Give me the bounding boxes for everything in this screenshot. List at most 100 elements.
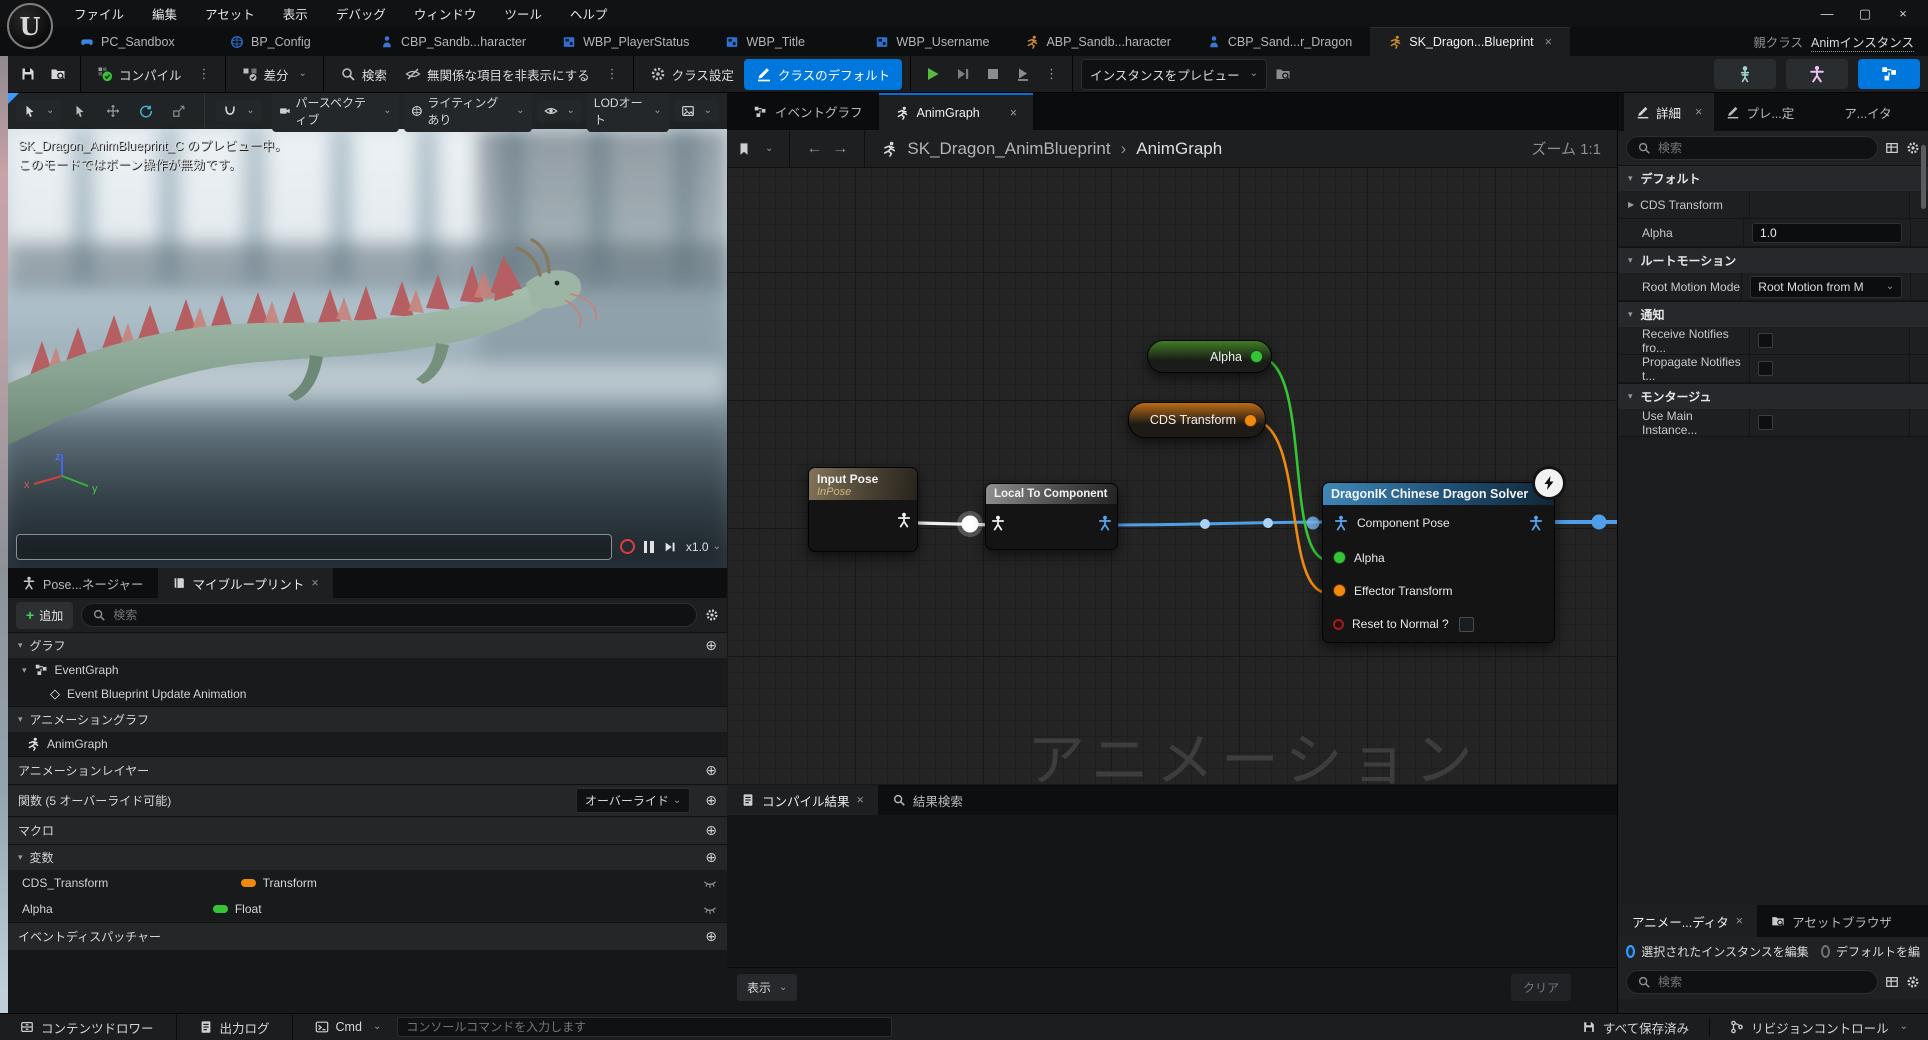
add-dispatcher-icon[interactable]: ⊕	[705, 928, 717, 945]
float-output-pin[interactable]	[1250, 350, 1263, 363]
breadcrumb-root[interactable]: SK_Dragon_AnimBlueprint	[907, 139, 1110, 159]
node-alpha-variable[interactable]: Alpha	[1147, 340, 1272, 373]
content-drawer-button[interactable]: コンテンツドロワー	[10, 1018, 164, 1037]
timeline-scrubber[interactable]	[16, 534, 612, 560]
section-event-dispatchers[interactable]: イベントディスパッチャー⊕	[8, 922, 727, 950]
class-settings-button[interactable]: クラス設定	[642, 60, 742, 89]
playback-speed-dropdown[interactable]: x1.0⌄	[686, 540, 721, 554]
tab-details[interactable]: 詳細×	[1624, 93, 1714, 131]
tab-asset-browser[interactable]: アセットブラウザ	[1757, 905, 1906, 937]
close-icon[interactable]: ×	[1695, 105, 1702, 119]
component-pose-output-pin[interactable]	[1097, 515, 1113, 531]
menu-debug[interactable]: デバッグ	[324, 0, 398, 27]
asset-tab-wbp-playerstatus[interactable]: WBP_PlayerStatus	[544, 27, 707, 56]
visibility-closed-eye-icon[interactable]	[703, 902, 717, 916]
translate-tool-button[interactable]	[99, 100, 127, 122]
close-icon[interactable]: ×	[857, 793, 864, 807]
node-local-to-component[interactable]: Local To Component	[985, 483, 1118, 550]
add-graph-icon[interactable]: ⊕	[705, 637, 717, 654]
close-icon[interactable]: ×	[311, 576, 318, 590]
root-motion-mode-dropdown[interactable]: Root Motion from M⌄	[1750, 276, 1902, 298]
menu-window[interactable]: ウィンドウ	[402, 0, 489, 27]
section-animation-layers[interactable]: アニメーションレイヤー⊕	[8, 756, 727, 784]
section-macros[interactable]: マクロ⊕	[8, 816, 727, 844]
transform-output-pin[interactable]	[1244, 414, 1257, 427]
node-cds-transform-variable[interactable]: CDS Transform	[1128, 402, 1266, 438]
save-button[interactable]	[14, 61, 42, 87]
close-icon[interactable]: ×	[1010, 106, 1017, 120]
hide-unrelated-options-icon[interactable]: ⋮	[600, 66, 625, 82]
bool-input-pin[interactable]	[1333, 619, 1344, 630]
search-input[interactable]	[1658, 975, 1867, 989]
asset-tab-pc-sandbox[interactable]: PC_Sandbox	[62, 27, 212, 56]
preview-instance-dropdown[interactable]: インスタンスをプレビュー⌄	[1081, 59, 1267, 90]
lod-dropdown[interactable]: LODオート⌄	[587, 93, 669, 132]
frame-skip-button[interactable]	[949, 61, 977, 87]
pause-button[interactable]	[644, 541, 654, 553]
coordinate-space-button[interactable]: ⌄	[216, 100, 261, 122]
play-button[interactable]	[919, 61, 947, 87]
tab-asset-editor[interactable]: ア...イタ	[1832, 93, 1903, 131]
browse-instance-button[interactable]	[1269, 61, 1297, 87]
asset-tab-bp-config[interactable]: BP_Config	[212, 27, 362, 56]
tab-pose-watch-manager[interactable]: Pose...ネージャー	[8, 568, 158, 598]
diff-button[interactable]: 差分⌄	[234, 60, 315, 89]
anim-preview-search[interactable]	[1626, 970, 1878, 994]
caret-right-icon[interactable]: ▶	[1628, 200, 1634, 209]
console-command-input[interactable]	[397, 1017, 892, 1037]
menu-help[interactable]: ヘルプ	[558, 0, 620, 27]
step-forward-button[interactable]	[663, 540, 677, 554]
close-icon[interactable]: ×	[1545, 35, 1552, 49]
tab-find-results[interactable]: 結果検索	[878, 785, 977, 815]
settings-gear-icon[interactable]	[1906, 141, 1920, 155]
find-button[interactable]: 検索	[332, 60, 395, 89]
search-input[interactable]	[113, 608, 686, 622]
hide-unrelated-button[interactable]: 無関係な項目を非表示にする	[397, 60, 598, 89]
section-root-motion[interactable]: ▾ルートモーション	[1618, 247, 1928, 273]
class-defaults-button[interactable]: クラスのデフォルト	[744, 59, 902, 90]
display-filter-grid-icon[interactable]	[1885, 141, 1899, 155]
compile-results-log[interactable]	[727, 815, 1617, 968]
section-notifies[interactable]: ▾通知	[1618, 301, 1928, 327]
add-function-icon[interactable]: ⊕	[705, 792, 717, 809]
alpha-value-input[interactable]	[1752, 223, 1902, 243]
add-macro-icon[interactable]: ⊕	[705, 822, 717, 839]
section-default[interactable]: ▾デフォルト	[1618, 165, 1928, 191]
cmd-dropdown[interactable]: Cmd⌄	[305, 1020, 392, 1034]
nav-back-button[interactable]: ←	[806, 140, 822, 158]
asset-tab-wbp-username[interactable]: WBP_Username	[857, 27, 1007, 56]
override-dropdown[interactable]: オーバーライド⌄	[576, 788, 690, 813]
show-filter-dropdown[interactable]: 表示⌄	[737, 974, 797, 1001]
open-mesh-button[interactable]	[1786, 59, 1848, 89]
tab-preview-settings[interactable]: プレ...定	[1714, 93, 1806, 131]
asset-tab-cbp-sandbox-character[interactable]: CBP_Sandb...haracter	[362, 27, 544, 56]
alpha-input-pin[interactable]	[1333, 551, 1346, 564]
rotate-tool-button[interactable]	[132, 100, 160, 122]
asset-tab-wbp-title[interactable]: WBP_Title	[707, 27, 857, 56]
stop-button[interactable]	[979, 61, 1007, 87]
advance-button[interactable]	[1009, 61, 1037, 87]
show-flags-dropdown[interactable]: ⌄	[537, 100, 582, 122]
window-maximize-icon[interactable]: ▢	[1850, 6, 1880, 22]
search-input[interactable]	[1658, 141, 1867, 155]
tab-event-graph[interactable]: イベントグラフ	[737, 93, 879, 130]
my-blueprint-search[interactable]	[81, 603, 697, 627]
pose-output-pin[interactable]	[896, 512, 912, 528]
bookmark-icon[interactable]	[737, 142, 751, 156]
visibility-closed-eye-icon[interactable]	[703, 876, 717, 890]
browse-asset-button[interactable]	[44, 61, 72, 87]
save-all-status-button[interactable]: すべて保存済み	[1572, 1018, 1699, 1037]
settings-gear-icon[interactable]	[705, 608, 719, 622]
tab-my-blueprint[interactable]: マイブループリント×	[158, 568, 333, 598]
output-log-button[interactable]: 出力ログ	[189, 1018, 280, 1037]
node-dragonik-solver[interactable]: DragonIK Chinese Dragon Solver Component…	[1322, 482, 1555, 643]
menu-edit[interactable]: 編集	[140, 0, 189, 27]
receive-notifies-checkbox[interactable]	[1758, 333, 1773, 348]
anim-graph-canvas[interactable]: アニメーション Alpha CDS Transform Input Pose	[727, 168, 1617, 785]
window-minimize-icon[interactable]: —	[1812, 6, 1842, 22]
variable-row-cds-transform[interactable]: CDS_Transform Transform	[8, 870, 727, 896]
edit-defaults-radio[interactable]	[1821, 945, 1830, 958]
play-options-icon[interactable]: ⋮	[1039, 66, 1064, 82]
add-layer-icon[interactable]: ⊕	[705, 762, 717, 779]
close-icon[interactable]: ×	[1736, 914, 1743, 928]
